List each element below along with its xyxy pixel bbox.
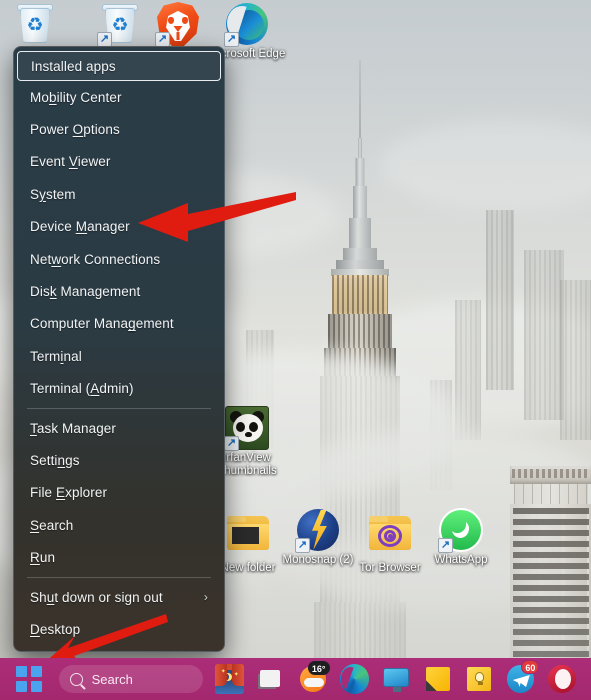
start-logo-pane [30,666,42,677]
winx-power-user-menu[interactable]: Installed apps Mobility Center Power Opt… [13,46,225,652]
menu-separator [27,407,211,409]
taskbar-telegram[interactable]: 60 [506,660,540,694]
menu-item-label: Terminal [30,348,82,364]
menu-item-desktop[interactable]: Desktop [17,613,221,645]
panda-icon: ↗ [224,406,269,451]
menu-item-file-explorer[interactable]: File Explorer [17,477,221,509]
lightbulb-note-icon [467,667,492,691]
menu-item-run[interactable]: Run [17,541,221,573]
menu-item-label: Shut down or sign out [30,589,163,605]
menu-item-power-options[interactable]: Power Options [17,113,221,145]
menu-item-computer-management[interactable]: Computer Management [17,308,221,340]
menu-item-task-manager[interactable]: Task Manager [17,412,221,444]
weather-temperature-badge: 16° [307,661,330,675]
desktop-icon-whatsapp[interactable]: ↗ WhatsApp [418,508,504,567]
menu-item-settings[interactable]: Settings [17,444,221,476]
taskbar-remote-desktop[interactable] [381,664,411,694]
menu-item-label: Device Manager [30,219,130,235]
menu-item-label: Search [30,517,74,533]
start-logo-pane [16,666,27,677]
start-logo-pane [16,681,27,692]
sticky-note-icon [425,667,450,691]
menu-item-event-viewer[interactable]: Event Viewer [17,146,221,178]
whatsapp-icon: ↗ [438,508,483,553]
menu-item-label: Settings [30,452,80,468]
brave-lion-icon: ↗ [155,2,200,47]
taskbar-task-view[interactable] [256,664,286,694]
search-placeholder: Search [91,671,133,687]
taskbar-opera[interactable] [547,664,577,694]
taskbar-widgets[interactable]: ✦ ✦ [214,664,245,694]
menu-item-label: Terminal (Admin) [30,381,134,397]
menu-item-label: Computer Management [30,316,174,332]
shortcut-overlay-icon: ↗ [97,32,112,47]
menu-item-label: File Explorer [30,485,108,501]
shortcut-overlay-icon: ↗ [155,32,170,47]
menu-item-label: Power Options [30,122,120,138]
search-input[interactable]: Search [58,665,203,693]
menu-item-shut-down-or-sign-out[interactable]: Shut down or sign out › [17,581,221,613]
menu-item-label: Desktop [30,621,81,637]
monosnap-icon: ↗ [295,508,340,553]
edge-icon [339,664,370,694]
shortcut-overlay-icon: ↗ [438,538,453,553]
shortcut-overlay-icon: ↗ [295,538,310,553]
desktop-icon-label: WhatsApp [434,554,488,566]
menu-item-label: System [30,186,76,202]
theater-curtain-icon: ✦ ✦ [214,664,245,694]
menu-item-search[interactable]: Search [17,509,221,541]
menu-item-label: Run [30,550,56,566]
menu-item-label: Event Viewer [30,154,111,170]
taskbar-ideas-note[interactable] [464,664,494,694]
menu-item-label: Installed apps [31,58,116,74]
taskbar-weather[interactable]: 16° [298,661,330,694]
tor-folder-icon [368,516,412,560]
taskbar-sticky-notes[interactable] [423,664,453,694]
menu-item-terminal[interactable]: Terminal [17,340,221,372]
edge-icon: ↗ [224,2,269,47]
menu-item-disk-management[interactable]: Disk Management [17,275,221,307]
menu-item-mobility-center[interactable]: Mobility Center [17,81,221,113]
menu-item-label: Mobility Center [30,89,122,105]
menu-item-installed-apps[interactable]: Installed apps [17,51,221,81]
search-icon [69,672,83,686]
menu-item-network-connections[interactable]: Network Connections [17,243,221,275]
menu-item-terminal-admin[interactable]: Terminal (Admin) [17,373,221,405]
start-logo-pane [30,681,42,692]
monitor-icon [383,668,410,692]
menu-item-label: Disk Management [30,284,141,300]
taskbar-edge[interactable] [339,664,370,694]
shortcut-overlay-icon: ↗ [224,436,239,451]
recycle-bin-icon: ♻ [13,2,57,46]
taskbar[interactable]: Search ✦ ✦ 16° 60 [0,658,591,700]
telegram-unread-badge: 60 [521,660,540,674]
opera-icon [548,665,576,693]
folder-icon [226,516,270,560]
menu-item-system[interactable]: System [17,178,221,210]
menu-item-device-manager[interactable]: Device Manager [17,211,221,243]
menu-item-label: Task Manager [30,420,116,436]
chevron-right-icon: › [203,590,208,605]
menu-separator [27,576,211,578]
shortcut-overlay-icon: ↗ [224,32,239,47]
task-view-icon [260,670,281,687]
start-button[interactable] [16,666,42,692]
menu-item-label: Network Connections [30,251,161,267]
